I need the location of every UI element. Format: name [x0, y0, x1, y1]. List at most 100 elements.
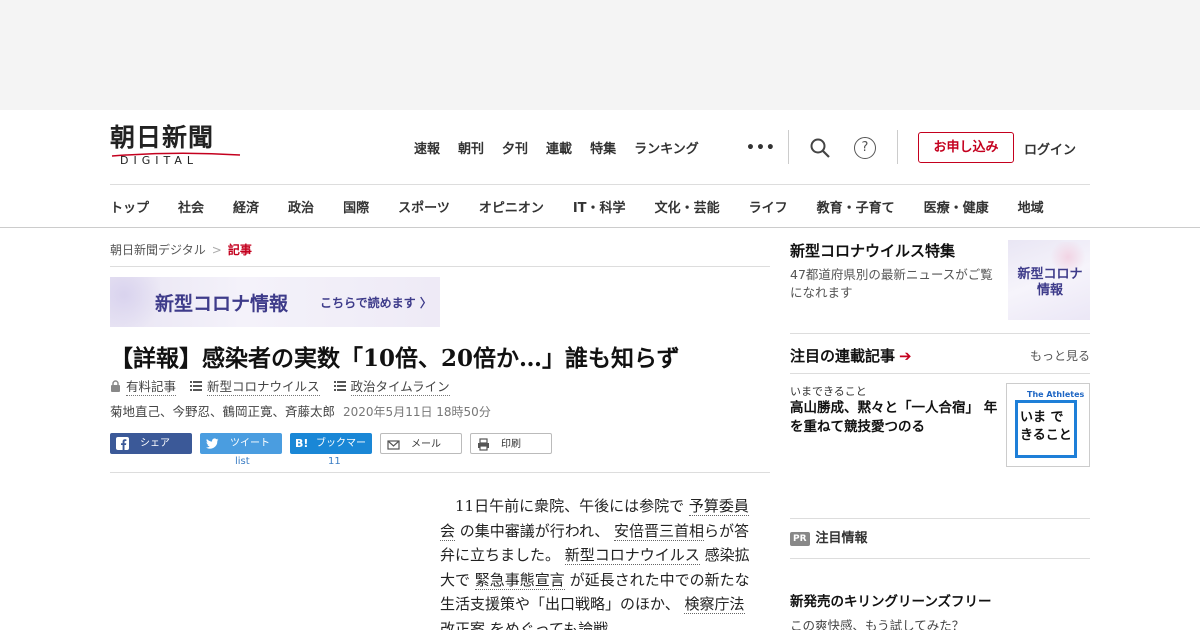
top-ad-slot [0, 0, 1200, 110]
twitter-share-button[interactable]: ツイート [200, 433, 282, 454]
publish-date: 2020年5月11日 18時50分 [343, 405, 491, 419]
sidebar-divider [790, 373, 1090, 374]
arrow-right-icon[interactable]: ➔ [899, 347, 912, 365]
twitter-icon [206, 438, 219, 449]
lock-icon [111, 380, 120, 392]
sidebar-ad-item[interactable]: 新発売のキリングリーンズフリー この爽快感、もう試してみた？ [790, 590, 1090, 630]
breadcrumb-current: 記事 [227, 243, 252, 257]
cat-sports[interactable]: スポーツ [398, 197, 450, 219]
sidebar-divider [790, 333, 1090, 334]
sidebar-divider [790, 558, 1090, 559]
body-text: をめぐっても論戦 [489, 619, 609, 630]
nav-yukan[interactable]: 夕刊 [502, 138, 528, 157]
authors: 菊地直己、今野忍、鶴岡正寛、斉藤太郎 [110, 404, 336, 419]
cat-opinion[interactable]: オピニオン [479, 197, 544, 219]
list-icon [190, 381, 203, 391]
series-thumb-tag: The Athletes [1027, 390, 1085, 399]
facebook-share-button[interactable]: シェア [110, 433, 192, 454]
ad-subtitle: この爽快感、もう試してみた？ [790, 618, 965, 630]
logo-kanji: 朝日新聞 [110, 123, 215, 152]
byline: 菊地直己、今野忍、鶴岡正寛、斉藤太郎 2020年5月11日 18時50分 [110, 401, 491, 420]
hatena-bookmark-button[interactable]: B! ブックマーク [290, 433, 372, 470]
category-nav: トップ 社会 経済 政治 国際 スポーツ オピニオン IT・科学 文化・芸能 ラ… [110, 197, 1200, 219]
cat-region[interactable]: 地域 [1018, 197, 1044, 219]
series-thumb-text: いま できること [1020, 410, 1072, 443]
cat-society[interactable]: 社会 [178, 197, 204, 219]
cat-economy[interactable]: 経済 [233, 197, 259, 219]
article-paragraph: 11日午前に衆院、午後には参院で 予算委員会 の集中審議が行われ、 安倍晋三首相… [440, 494, 750, 630]
header-separator [788, 130, 789, 164]
share-divider [110, 472, 770, 473]
nav-choukan[interactable]: 朝刊 [458, 138, 484, 157]
virus-decoration [110, 277, 160, 327]
banner-cta: こちらで読めます 〉 [320, 296, 432, 310]
help-icon[interactable]: ? [854, 137, 876, 159]
asahi-digital-logo[interactable]: 朝日新聞 DIGITAL [110, 124, 242, 170]
tag-label: 有料記事 [126, 376, 177, 396]
sidebar-corona-feature[interactable]: 新型コロナウイルス特集 47都道府県別の最新ニュースがご覧になれます 新型コロナ… [790, 240, 1090, 320]
tag-coronavirus[interactable]: 新型コロナウイルス [190, 376, 320, 396]
sidebar-pr-section: PR 注目情報 [790, 527, 1090, 546]
body-text: 11日午前に衆院、午後には参院で [455, 497, 685, 515]
corona-info-banner[interactable]: 新型コロナ情報 こちらで読めます 〉 [110, 277, 440, 327]
cat-life[interactable]: ライフ [749, 197, 788, 219]
mail-share-button[interactable]: メール [380, 433, 462, 454]
print-button[interactable]: 印刷 [470, 433, 552, 454]
nav-divider [110, 184, 1090, 185]
sidebar-series-title: 注目の連載記事 [790, 347, 896, 365]
article-headline: 【詳報】感染者の実数「10倍、20倍か…」誰も知らず [110, 345, 680, 372]
see-more-link[interactable]: もっと見る [1030, 347, 1090, 364]
tag-label: 新型コロナウイルス [207, 376, 320, 396]
sidebar-corona-desc: 47都道府県別の最新ニュースがご覧になれます [790, 267, 993, 300]
article-body: 11日午前に衆院、午後には参院で 予算委員会 の集中審議が行われ、 安倍晋三首相… [440, 494, 750, 630]
breadcrumb-separator: > [211, 243, 222, 257]
body-text: の集中審議が行われ、 [459, 521, 610, 540]
twitter-share-count[interactable]: list [235, 456, 250, 467]
mail-icon [387, 440, 400, 450]
cat-it-science[interactable]: IT・科学 [573, 197, 626, 219]
breadcrumb-root[interactable]: 朝日新聞デジタル [110, 243, 206, 257]
nav-ranking[interactable]: ランキング [634, 138, 699, 157]
tag-paid-article[interactable]: 有料記事 [110, 376, 177, 396]
sidebar-series-header: 注目の連載記事 ➔ もっと見る [790, 345, 1090, 366]
nav-tokushu[interactable]: 特集 [590, 138, 616, 157]
sidebar-series-item[interactable]: いまできること 高山勝成、黙々と「一人合宿」 年を重ねて競技愛つのる The A… [790, 383, 1090, 467]
cat-health[interactable]: 医療・健康 [924, 197, 989, 219]
breadcrumb-divider [110, 266, 770, 267]
banner-title: 新型コロナ情報 [155, 293, 289, 315]
nav-sokuho[interactable]: 速報 [414, 138, 440, 157]
apply-button[interactable]: お申し込み [918, 132, 1014, 163]
tag-politics-timeline[interactable]: 政治タイムライン [333, 376, 450, 396]
nav-rensai[interactable]: 連載 [546, 138, 572, 157]
mail-share-label: メール [411, 439, 441, 450]
logo-swoosh-icon [111, 152, 241, 157]
series-article-title: 高山勝成、黙々と「一人合宿」 年を重ねて競技愛つのる [790, 400, 998, 435]
cat-culture[interactable]: 文化・芸能 [655, 197, 720, 219]
keyword-link[interactable]: 新型コロナウイルス [564, 546, 700, 565]
hatena-bookmark-label: ブックマーク [316, 438, 366, 470]
top-nav: 速報 朝刊 夕刊 連載 特集 ランキング [414, 138, 717, 157]
header-separator [897, 130, 898, 164]
pr-badge: PR [790, 532, 810, 546]
hatena-share-count[interactable]: 11 [328, 456, 341, 467]
series-thumb-box: いま できること [1015, 400, 1077, 458]
sidebar-divider [790, 518, 1090, 519]
cat-top[interactable]: トップ [110, 197, 149, 219]
article-tags: 有料記事 新型コロナウイルス 政治タイムライン [110, 376, 464, 396]
tag-label: 政治タイムライン [350, 376, 450, 396]
list-icon [333, 381, 346, 391]
login-link[interactable]: ログイン [1024, 139, 1076, 158]
ad-title: 新発売のキリングリーンズフリー [790, 594, 992, 610]
series-thumbnail: The Athletes いま できること [1006, 383, 1090, 467]
print-icon [478, 438, 489, 451]
search-icon[interactable] [809, 137, 831, 159]
cat-international[interactable]: 国際 [343, 197, 369, 219]
cat-politics[interactable]: 政治 [288, 197, 314, 219]
hatena-icon: B! [295, 437, 309, 450]
cat-education[interactable]: 教育・子育て [817, 197, 895, 219]
keyword-link[interactable]: 緊急事態宣言 [474, 570, 565, 590]
more-menu-icon[interactable]: ••• [746, 140, 776, 156]
sidebar-corona-thumb-text: 新型コロナ 情報 [1017, 267, 1083, 298]
site-header: 朝日新聞 DIGITAL 速報 朝刊 夕刊 連載 特集 ランキング ••• ? … [0, 110, 1200, 228]
keyword-link[interactable]: 安倍晋三首相 [613, 521, 704, 541]
